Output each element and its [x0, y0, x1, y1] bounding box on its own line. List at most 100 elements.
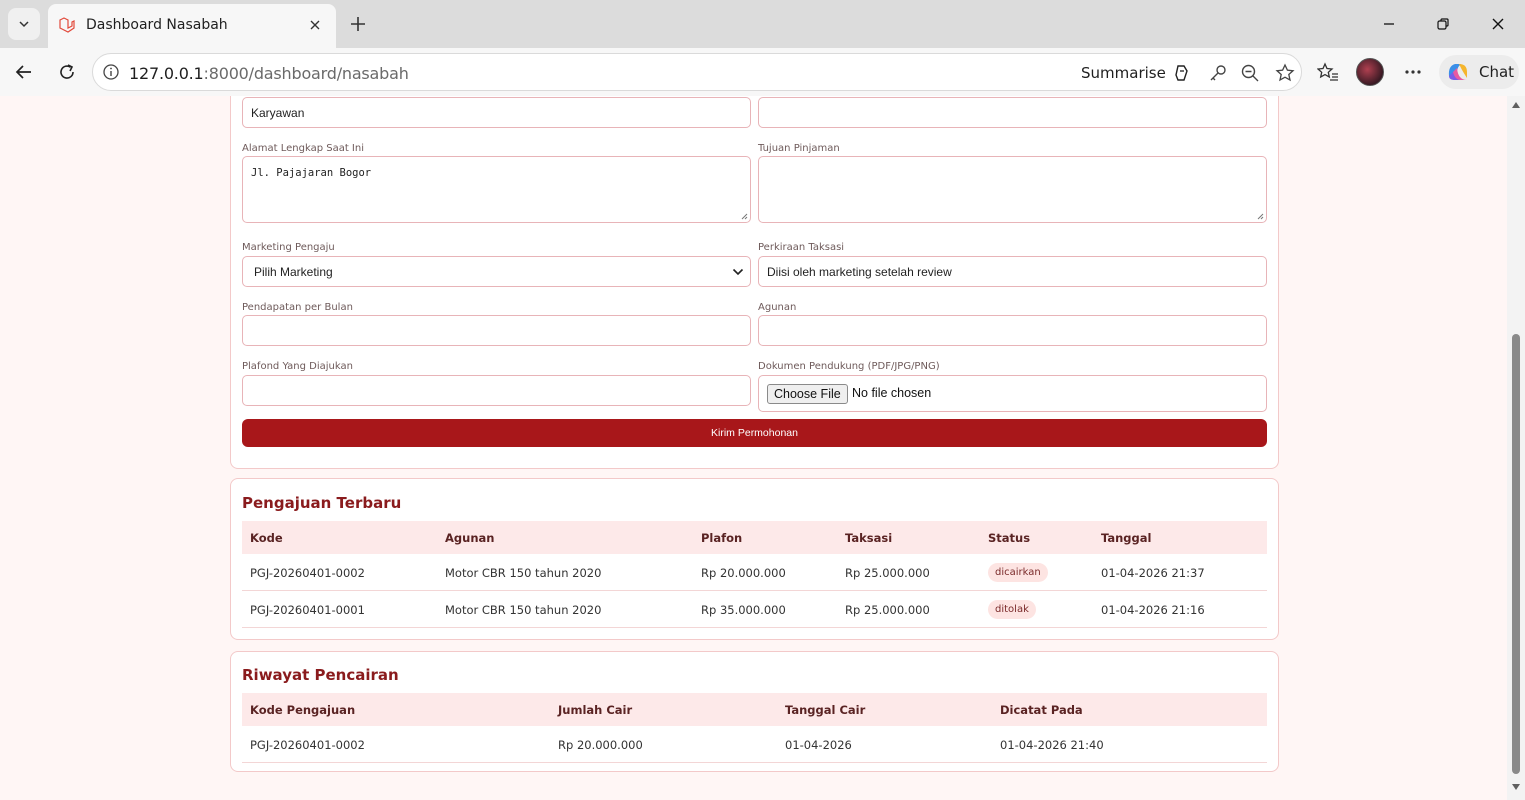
browser-tab-active[interactable]: Dashboard Nasabah — [48, 4, 336, 48]
cell-taksasi: Rp 25.000.000 — [845, 566, 930, 580]
reload-icon — [60, 64, 74, 79]
pekerjaan-input[interactable] — [242, 97, 751, 128]
plafond-input[interactable] — [242, 375, 751, 406]
column-header: Taksasi — [845, 531, 893, 545]
tab-actions-menu-button[interactable] — [8, 8, 40, 40]
table-header: Kode Pengajuan Jumlah Cair Tanggal Cair … — [242, 693, 1267, 726]
table-header: Kode Agunan Plafon Taksasi Status Tangga… — [242, 521, 1267, 554]
copilot-summarise-icon — [1175, 65, 1188, 81]
tab-close-button[interactable] — [304, 14, 326, 36]
url-host: 127.0.0.1 — [129, 64, 204, 83]
chevron-down-icon — [732, 268, 744, 276]
cell-tanggal-cair: 01-04-2026 — [785, 738, 852, 752]
resize-grip-icon[interactable] — [1256, 212, 1264, 220]
status-badge: dicairkan — [988, 563, 1048, 582]
disbursement-history-card: Riwayat Pencairan Kode Pengajuan Jumlah … — [230, 651, 1279, 772]
tab-title: Dashboard Nasabah — [86, 17, 228, 33]
dokumen-file-input: Choose File No file chosen — [758, 375, 1267, 412]
alamat-label: Alamat Lengkap Saat Ini — [242, 143, 364, 154]
marketing-label: Marketing Pengaju — [242, 242, 335, 253]
choose-file-button[interactable]: Choose File — [767, 384, 848, 404]
cell-jumlah-cair: Rp 20.000.000 — [558, 738, 643, 752]
star-icon — [1275, 63, 1295, 82]
laravel-favicon-icon — [59, 17, 75, 33]
zoom-button[interactable] — [1239, 62, 1261, 84]
pendapatan-input[interactable] — [242, 315, 751, 346]
site-info-button[interactable] — [101, 62, 121, 82]
column-header: Tanggal Cair — [785, 703, 866, 717]
plus-icon — [351, 17, 365, 31]
minimize-window-button[interactable] — [1374, 10, 1404, 38]
close-window-button[interactable] — [1483, 10, 1513, 38]
column-header: Tanggal — [1101, 531, 1152, 545]
cell-agunan: Motor CBR 150 tahun 2020 — [445, 603, 602, 617]
status-badge: ditolak — [988, 600, 1036, 619]
tujuan-label: Tujuan Pinjaman — [758, 143, 840, 154]
pendapatan-label: Pendapatan per Bulan — [242, 302, 353, 313]
agunan-label: Agunan — [758, 302, 797, 313]
taksasi-input[interactable] — [758, 256, 1267, 287]
cell-tanggal: 01-04-2026 21:37 — [1101, 566, 1205, 580]
alamat-textarea[interactable]: Jl. Pajajaran Bogor — [242, 156, 751, 223]
password-key-button[interactable] — [1207, 62, 1229, 84]
table-row[interactable]: PGJ-20260401-0002 Rp 20.000.000 01-04-20… — [242, 726, 1267, 763]
chevron-down-icon — [19, 21, 29, 28]
recent-applications-card: Pengajuan Terbaru Kode Agunan Plafon Tak… — [230, 478, 1279, 640]
agunan-input[interactable] — [758, 315, 1267, 346]
cell-plafon: Rp 35.000.000 — [701, 603, 786, 617]
recent-applications-title: Pengajuan Terbaru — [242, 494, 402, 512]
disbursement-history-title: Riwayat Pencairan — [242, 666, 399, 684]
cell-dicatat-pada: 01-04-2026 21:40 — [1000, 738, 1104, 752]
url-path: :8000/dashboard/nasabah — [203, 64, 409, 83]
column-header: Status — [988, 531, 1031, 545]
right-top-input[interactable] — [758, 97, 1267, 128]
key-icon — [1210, 65, 1226, 81]
scrollbar-thumb[interactable] — [1512, 334, 1520, 774]
summarise-button[interactable]: Summarise — [1081, 63, 1192, 83]
favorite-star-button[interactable] — [1274, 62, 1296, 84]
copilot-chat-button[interactable]: Chat — [1439, 55, 1519, 89]
column-header: Plafon — [701, 531, 743, 545]
browser-tabstrip: Dashboard Nasabah — [0, 0, 1525, 48]
restore-window-button[interactable] — [1428, 10, 1458, 38]
cell-kode: PGJ-20260401-0001 — [250, 603, 365, 617]
back-button[interactable] — [8, 56, 40, 88]
cell-plafon: Rp 20.000.000 — [701, 566, 786, 580]
zoom-out-icon — [1241, 64, 1259, 82]
column-header: Dicatat Pada — [1000, 703, 1083, 717]
column-header: Agunan — [445, 531, 495, 545]
marketing-select[interactable]: Pilih Marketing — [242, 256, 751, 287]
copilot-icon — [1448, 64, 1467, 80]
chat-label: Chat — [1479, 63, 1515, 81]
cell-agunan: Motor CBR 150 tahun 2020 — [445, 566, 602, 580]
minimize-icon — [1384, 23, 1394, 25]
scroll-up-arrow-icon[interactable] — [1512, 102, 1520, 108]
close-icon — [310, 20, 320, 30]
plafond-label: Plafond Yang Diajukan — [242, 361, 353, 372]
table-row[interactable]: PGJ-20260401-0002 Motor CBR 150 tahun 20… — [242, 554, 1267, 591]
cell-kode: PGJ-20260401-0002 — [250, 566, 365, 580]
cell-kode-pengajuan: PGJ-20260401-0002 — [250, 738, 365, 752]
browser-toolbar: 127.0.0.1:8000/dashboard/nasabah Summari… — [0, 48, 1525, 96]
reload-button[interactable] — [51, 56, 83, 88]
column-header: Jumlah Cair — [558, 703, 633, 717]
close-icon — [1492, 18, 1504, 30]
resize-grip-icon[interactable] — [740, 212, 748, 220]
table-row[interactable]: PGJ-20260401-0001 Motor CBR 150 tahun 20… — [242, 591, 1267, 628]
url-text: 127.0.0.1:8000/dashboard/nasabah — [129, 64, 409, 83]
file-status-text: No file chosen — [852, 386, 932, 400]
restore-icon — [1437, 18, 1449, 30]
scroll-down-arrow-icon[interactable] — [1512, 784, 1520, 790]
page-viewport: Alamat Lengkap Saat Ini Tujuan Pinjaman … — [0, 96, 1507, 800]
taksasi-label: Perkiraan Taksasi — [758, 242, 845, 253]
favorites-button[interactable] — [1314, 58, 1342, 86]
page-scrollbar[interactable] — [1507, 96, 1525, 800]
tujuan-textarea[interactable] — [758, 156, 1267, 223]
address-bar[interactable]: 127.0.0.1:8000/dashboard/nasabah Summari… — [92, 53, 1302, 91]
new-tab-button[interactable] — [344, 10, 372, 38]
cell-tanggal: 01-04-2026 21:16 — [1101, 603, 1205, 617]
profile-avatar[interactable] — [1356, 58, 1384, 86]
more-menu-button[interactable] — [1399, 58, 1427, 86]
submit-application-button[interactable]: Kirim Permohonan — [242, 419, 1267, 447]
info-icon — [103, 64, 119, 80]
